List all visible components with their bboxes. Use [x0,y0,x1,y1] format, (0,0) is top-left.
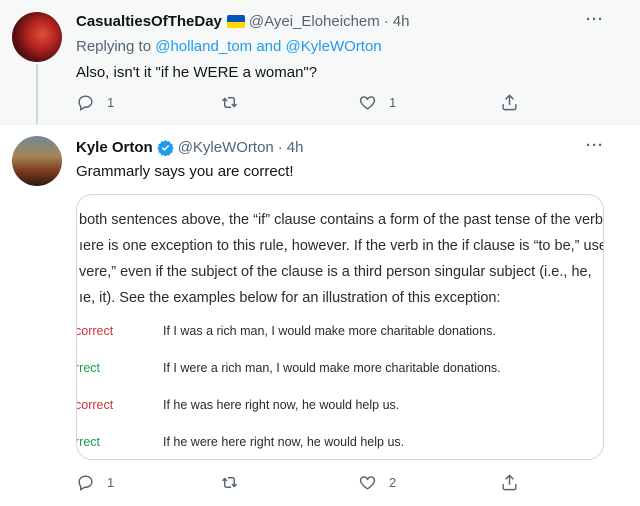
avatar-kyle-orton[interactable] [12,136,62,186]
example-label: rrect [76,361,100,375]
explanation-line: vere,” even if the subject of the clause… [79,264,592,280]
timestamp[interactable]: 4h [393,13,410,30]
tweet-text: Grammarly says you are correct! [76,163,294,180]
grammar-explanation: both sentences above, the “if” clause co… [79,207,604,311]
share-button[interactable] [500,93,519,112]
separator-dot: · [383,13,389,30]
like-button[interactable]: 1 [358,93,396,112]
retweet-button[interactable] [220,93,251,112]
like-count: 1 [389,95,397,110]
display-name[interactable]: Kyle Orton [76,139,153,156]
reply-count: 1 [107,475,115,490]
example-row: rrect If I were a rich man, I would make… [76,361,603,381]
heart-icon [359,476,376,490]
reply-icon [78,95,93,111]
like-button[interactable]: 2 [358,473,396,492]
attached-image-card[interactable]: both sentences above, the “if” clause co… [76,194,604,460]
user-handle[interactable]: @KyleWOrton [178,139,274,156]
tweet-text: Also, isn't it "if he WERE a woman"? [76,64,318,81]
explanation-line: ıe, it). See the examples below for an i… [79,290,501,306]
example-sentence: If I was a rich man, I would make more c… [163,324,496,338]
example-row: correct If I was a rich man, I would mak… [76,324,603,344]
share-icon [502,94,517,111]
separator-dot: · [277,139,283,156]
retweet-icon [221,97,238,108]
retweet-icon [221,477,238,488]
tweet-divider [0,124,640,125]
example-label: correct [76,398,114,412]
tweet-actions: 1 2 [76,473,536,493]
example-sentence: If he was here right now, he would help … [163,398,400,412]
example-sentence: If I were a rich man, I would make more … [163,361,501,375]
explanation-line: ıere is one exception to this rule, howe… [79,238,604,254]
example-sentence: If he were here right now, he would help… [163,435,405,449]
tweet-actions: 1 1 [76,93,536,113]
thread-line [36,64,38,124]
more-icon[interactable]: ··· [586,137,604,154]
reply-icon [78,475,93,491]
avatar-casualtiesoftheday[interactable] [12,12,62,62]
tweet-header: CasualtiesOfTheDay @Ayei_Eloheichem · 4h [76,13,409,30]
share-icon [502,474,517,491]
ukraine-flag-icon [226,15,245,28]
example-row: correct If he was here right now, he wou… [76,398,603,418]
mention-kylewvorton[interactable]: @KyleWOrton [286,38,382,55]
heart-icon [359,96,376,110]
example-label: rrect [76,435,100,449]
share-button[interactable] [500,473,519,492]
mention-holland-tom[interactable]: @holland_tom [155,38,252,55]
verified-badge-icon [156,140,174,156]
reply-button[interactable]: 1 [76,93,114,112]
reply-button[interactable]: 1 [76,473,114,492]
display-name[interactable]: CasualtiesOfTheDay [76,13,222,30]
example-row: rrect If he were here right now, he woul… [76,435,603,455]
explanation-line: both sentences above, the “if” clause co… [79,212,604,228]
replying-to: Replying to @holland_tom and @KyleWOrton [76,38,382,55]
example-label: correct [76,324,114,338]
timestamp[interactable]: 4h [287,139,304,156]
reply-count: 1 [107,95,115,110]
mention-and[interactable]: and [256,38,281,55]
user-handle[interactable]: @Ayei_Eloheichem [249,13,380,30]
like-count: 2 [389,475,397,490]
retweet-button[interactable] [220,473,251,492]
tweet-header: Kyle Orton @KyleWOrton · 4h [76,139,303,156]
more-icon[interactable]: ··· [586,11,604,28]
replying-prefix: Replying to [76,38,152,55]
